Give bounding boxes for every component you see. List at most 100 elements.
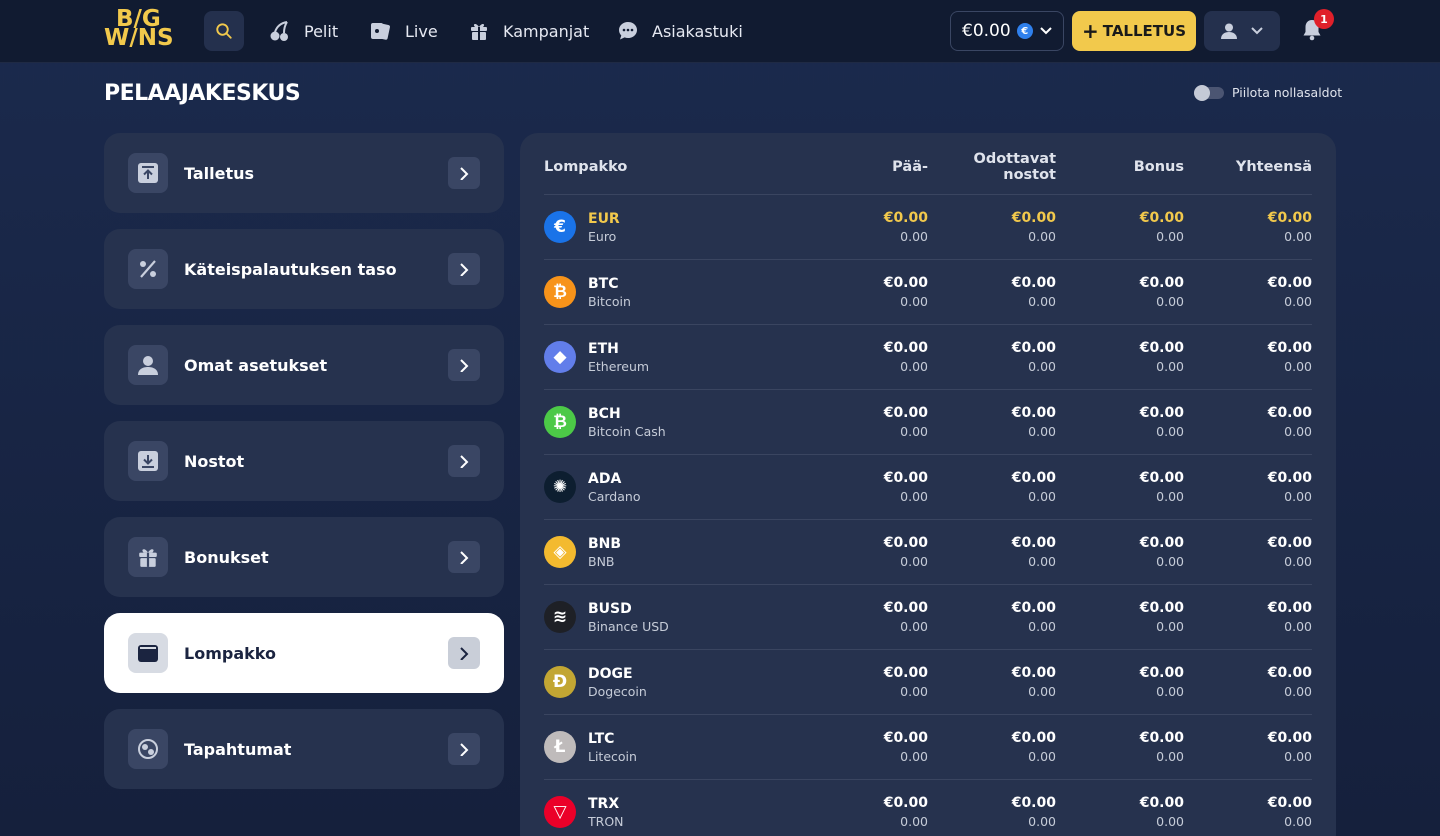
menu-item-wallet[interactable]: Lompakko <box>104 613 504 693</box>
amount-eur: €0.00 <box>1011 665 1056 681</box>
coin-cell: ₿ BCH Bitcoin Cash <box>544 406 844 439</box>
amount-eur: €0.00 <box>1267 665 1312 681</box>
coin-name: Cardano <box>588 488 641 504</box>
hide-zero-balances-toggle[interactable]: Piilota nollasaldot <box>1194 84 1342 101</box>
nav-item-live[interactable]: Live <box>369 18 438 44</box>
amount-crypto: 0.00 <box>1028 424 1056 439</box>
amount-crypto: 0.00 <box>1028 554 1056 569</box>
amount-eur: €0.00 <box>1011 405 1056 421</box>
table-row[interactable]: ≋ BUSD Binance USD €0.00 0.00 €0.00 0.00 €0.00 0… <box>544 585 1312 650</box>
table-row[interactable]: Ł LTC Litecoin €0.00 0.00 €0.00 0.00 €0.00 0.00 €… <box>544 715 1312 780</box>
amount-eur: €0.00 <box>883 405 928 421</box>
amount-crypto: 0.00 <box>1156 359 1184 374</box>
amount-eur: €0.00 <box>1267 405 1312 421</box>
menu-item-cashback-level[interactable]: Käteispalautuksen taso <box>104 229 504 309</box>
gift-icon <box>128 537 168 577</box>
amount-crypto: 0.00 <box>1156 424 1184 439</box>
main-balance: €0.00 0.00 <box>844 600 928 634</box>
amount-eur: €0.00 <box>1139 535 1184 551</box>
euro-currency-icon: € <box>1016 23 1033 39</box>
amount-crypto: 0.00 <box>1028 619 1056 634</box>
main-balance: €0.00 0.00 <box>844 275 928 309</box>
deposit-icon <box>128 153 168 193</box>
nav-item-kampanjat[interactable]: Kampanjat <box>469 18 589 44</box>
main-balance: €0.00 0.00 <box>844 405 928 439</box>
coin-code: LTC <box>588 730 615 747</box>
user-menu-button[interactable] <box>1204 11 1280 51</box>
amount-crypto: 0.00 <box>1156 684 1184 699</box>
bonus-balance: €0.00 0.00 <box>1056 275 1184 309</box>
coin-name: BNB <box>588 553 615 569</box>
chevron-down-icon <box>1251 27 1263 35</box>
amount-crypto: 0.00 <box>1156 294 1184 309</box>
main-balance: €0.00 0.00 <box>844 535 928 569</box>
amount-eur: €0.00 <box>883 470 928 486</box>
amount-crypto: 0.00 <box>1156 489 1184 504</box>
amount-crypto: 0.00 <box>1028 814 1056 829</box>
amount-crypto: 0.00 <box>900 554 928 569</box>
chevron-right-icon <box>448 157 480 189</box>
bonus-balance: €0.00 0.00 <box>1056 340 1184 374</box>
amount-crypto: 0.00 <box>1284 489 1312 504</box>
toggle-switch[interactable] <box>1194 84 1224 101</box>
amount-crypto: 0.00 <box>1028 294 1056 309</box>
coin-code: BTC <box>588 275 619 292</box>
amount-eur: €0.00 <box>1267 340 1312 356</box>
nav-item-pelit[interactable]: Pelit <box>270 18 338 44</box>
coin-code: BCH <box>588 405 621 422</box>
coin-cell: ✺ ADA Cardano <box>544 471 844 504</box>
menu-label: Talletus <box>184 163 255 183</box>
amount-crypto: 0.00 <box>1156 814 1184 829</box>
menu-item-transactions[interactable]: Tapahtumat <box>104 709 504 789</box>
coin-cell: ◆ ETH Ethereum <box>544 341 844 374</box>
amount-eur: €0.00 <box>1267 470 1312 486</box>
table-row[interactable]: Ð DOGE Dogecoin €0.00 0.00 €0.00 0.00 €0.00 0.00… <box>544 650 1312 715</box>
main-balance: €0.00 0.00 <box>844 730 928 764</box>
main-balance: €0.00 0.00 <box>844 665 928 699</box>
amount-crypto: 0.00 <box>900 749 928 764</box>
deposit-label: TALLETUS <box>1102 22 1187 40</box>
menu-label: Omat asetukset <box>184 355 328 375</box>
menu-item-settings[interactable]: Omat asetukset <box>104 325 504 405</box>
percent-icon <box>128 249 168 289</box>
user-icon <box>128 345 168 385</box>
top-navigation-bar: B/G W/NS Pelit Live Kampanjat Asiakastuk… <box>0 0 1440 63</box>
amount-crypto: 0.00 <box>900 489 928 504</box>
coin-text: ETH Ethereum <box>588 341 649 374</box>
amount-crypto: 0.00 <box>900 619 928 634</box>
balance-selector[interactable]: €0.00 € <box>950 11 1064 51</box>
amount-crypto: 0.00 <box>1284 749 1312 764</box>
amount-eur: €0.00 <box>1011 730 1056 746</box>
pending-balance: €0.00 0.00 <box>928 665 1056 699</box>
brand-logo[interactable]: B/G W/NS <box>104 8 182 52</box>
table-row[interactable]: ✺ ADA Cardano €0.00 0.00 €0.00 0.00 €0.00 0.00 €0… <box>544 455 1312 520</box>
coin-cell: ≋ BUSD Binance USD <box>544 601 844 634</box>
deposit-button[interactable]: + TALLETUS <box>1072 11 1196 51</box>
bonus-balance: €0.00 0.00 <box>1056 730 1184 764</box>
table-row[interactable]: ◆ ETH Ethereum €0.00 0.00 €0.00 0.00 €0.00 0.00 €… <box>544 325 1312 390</box>
nav-item-asiakastuki[interactable]: Asiakastuki <box>618 18 743 44</box>
menu-item-bonuses[interactable]: Bonukset <box>104 517 504 597</box>
total-balance: €0.00 0.00 <box>1184 340 1312 374</box>
table-row[interactable]: ▽ TRX TRON €0.00 0.00 €0.00 0.00 €0.00 0.00 €0.00… <box>544 780 1312 836</box>
table-row[interactable]: ₿ BCH Bitcoin Cash €0.00 0.00 €0.00 0.00 €0.00 0… <box>544 390 1312 455</box>
notification-count-badge: 1 <box>1314 9 1334 29</box>
amount-crypto: 0.00 <box>1028 749 1056 764</box>
chevron-right-icon <box>448 733 480 765</box>
table-row[interactable]: € EUR Euro €0.00 0.00 €0.00 0.00 €0.00 0.00 €0.00… <box>544 195 1312 260</box>
coin-name: Dogecoin <box>588 683 647 699</box>
bonus-balance: €0.00 0.00 <box>1056 600 1184 634</box>
amount-crypto: 0.00 <box>1028 489 1056 504</box>
coin-name: Bitcoin Cash <box>588 423 666 439</box>
nav-label: Kampanjat <box>503 21 590 41</box>
amount-crypto: 0.00 <box>1028 229 1056 244</box>
amount-eur: €0.00 <box>883 535 928 551</box>
table-row[interactable]: ◈ BNB BNB €0.00 0.00 €0.00 0.00 €0.00 0.00 €0.00 0… <box>544 520 1312 585</box>
menu-item-withdrawals[interactable]: Nostot <box>104 421 504 501</box>
search-button[interactable] <box>204 11 244 51</box>
menu-item-talletus[interactable]: Talletus <box>104 133 504 213</box>
coin-cell: ▽ TRX TRON <box>544 796 844 829</box>
coin-code: TRX <box>588 795 620 812</box>
coin-cell: ₿ BTC Bitcoin <box>544 276 844 309</box>
table-row[interactable]: ₿ BTC Bitcoin €0.00 0.00 €0.00 0.00 €0.00 0.00 €0… <box>544 260 1312 325</box>
